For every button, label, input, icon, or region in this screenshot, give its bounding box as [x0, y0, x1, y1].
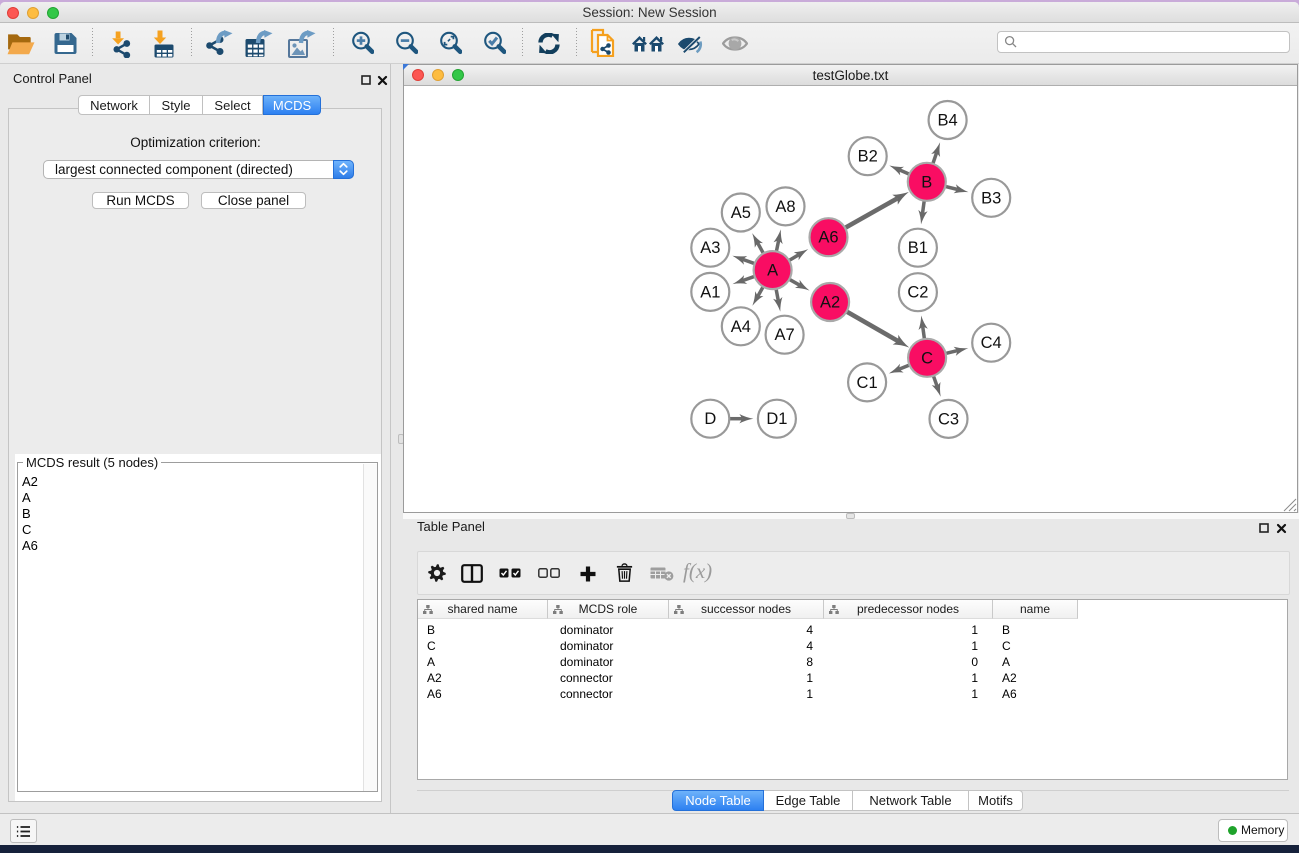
svg-text:A6: A6: [818, 229, 838, 247]
svg-text:C3: C3: [938, 410, 959, 428]
svg-text:A2: A2: [820, 294, 840, 312]
svg-text:B2: B2: [858, 148, 878, 166]
svg-text:A: A: [767, 262, 778, 280]
svg-text:D1: D1: [766, 410, 787, 428]
svg-text:B1: B1: [908, 239, 928, 257]
svg-text:B4: B4: [938, 112, 958, 130]
svg-text:A3: A3: [700, 239, 720, 257]
svg-text:C1: C1: [857, 374, 878, 392]
svg-text:A4: A4: [731, 318, 751, 336]
svg-text:C4: C4: [981, 334, 1002, 352]
svg-text:B: B: [921, 173, 932, 191]
svg-text:A5: A5: [731, 204, 751, 222]
svg-text:C: C: [921, 349, 933, 367]
svg-text:C2: C2: [907, 284, 928, 302]
svg-text:A8: A8: [775, 198, 795, 216]
svg-text:A1: A1: [700, 283, 720, 301]
svg-text:A7: A7: [775, 326, 795, 344]
svg-text:D: D: [704, 410, 716, 428]
svg-text:B3: B3: [981, 189, 1001, 207]
